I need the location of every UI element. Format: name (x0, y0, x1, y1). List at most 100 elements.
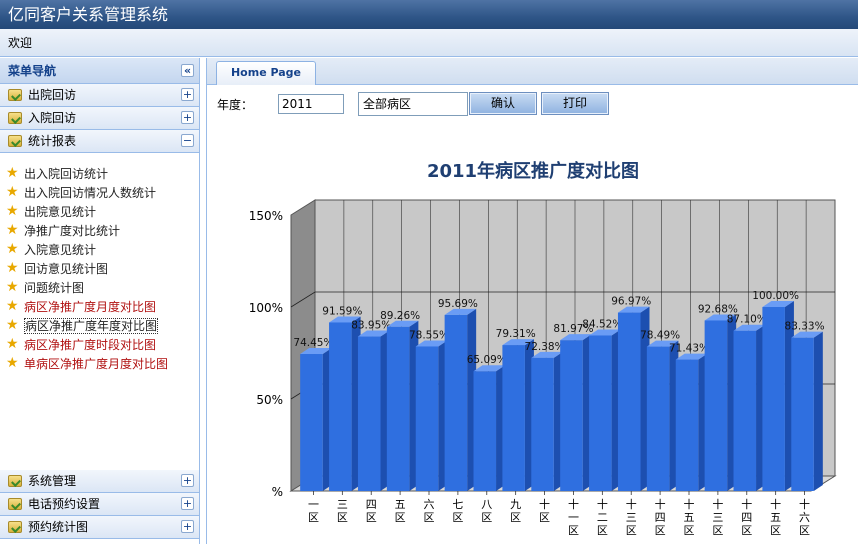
data-label: 91.59% (322, 305, 362, 317)
folder-icon (8, 475, 22, 487)
star-icon: ★ (6, 279, 19, 295)
section-label: 统计报表 (28, 134, 77, 148)
folder-icon (8, 498, 22, 510)
menu-bar: 欢迎 (0, 29, 858, 57)
report-link[interactable]: ★ 病区净推广度年度对比图 (0, 317, 199, 336)
report-label: 单病区净推广度月度对比图 (24, 357, 169, 371)
x-tick-label: 十区 (539, 497, 550, 524)
folder-icon (8, 135, 22, 147)
sidebar-section-1[interactable]: 入院回访 + (0, 107, 199, 130)
expand-icon[interactable]: + (181, 111, 194, 124)
bar (762, 307, 785, 491)
bar (502, 345, 525, 491)
expand-icon[interactable]: + (181, 520, 194, 533)
report-link[interactable]: ★ 出入院回访情况人数统计 (0, 184, 199, 203)
x-tick-label: 十二区 (597, 497, 608, 537)
x-tick-label: 十五区 (770, 497, 781, 537)
report-link[interactable]: ★ 回访意见统计图 (0, 260, 199, 279)
sidebar-section-11[interactable]: 电话预约设置 + (0, 493, 199, 516)
star-icon: ★ (6, 260, 19, 276)
report-label: 出入院回访情况人数统计 (24, 186, 157, 200)
data-label: 71.43% (669, 343, 709, 355)
folder-icon (8, 89, 22, 101)
data-label: 65.09% (467, 354, 507, 366)
chart-title: 2011年病区推广度对比图 (427, 160, 639, 182)
ward-select[interactable]: 全部病区 (358, 92, 468, 116)
report-link[interactable]: ★ 出院意见统计 (0, 203, 199, 222)
report-label: 净推广度对比统计 (24, 224, 121, 238)
x-tick-label: 五区 (395, 498, 406, 524)
star-icon: ★ (6, 222, 19, 238)
report-label: 问题统计图 (24, 281, 85, 295)
report-label: 出院意见统计 (24, 205, 97, 219)
report-link[interactable]: ★ 净推广度对比统计 (0, 222, 199, 241)
sidebar-section-2[interactable]: 统计报表 − (0, 130, 199, 153)
bar (531, 357, 554, 491)
report-link[interactable]: ★ 病区净推广度时段对比图 (0, 336, 199, 355)
sidebar-section-0[interactable]: 出院回访 + (0, 84, 199, 107)
star-icon: ★ (6, 336, 19, 352)
data-label: 87.10% (727, 314, 767, 326)
x-tick-label: 三区 (337, 498, 348, 524)
data-label: 89.26% (380, 310, 420, 322)
collapse-icon[interactable]: − (181, 134, 194, 147)
bar (473, 371, 497, 491)
data-label: 72.38% (525, 341, 565, 353)
sidebar-section-12[interactable]: 预约统计图 + (0, 516, 199, 539)
report-link[interactable]: ★ 病区净推广度月度对比图 (0, 298, 199, 317)
bar (415, 346, 439, 491)
star-icon: ★ (6, 184, 19, 200)
y-tick-label: 150% (249, 209, 283, 223)
star-icon: ★ (6, 241, 19, 257)
expand-icon[interactable]: + (181, 88, 194, 101)
menu-welcome[interactable]: 欢迎 (8, 36, 32, 50)
data-label: 79.31% (496, 328, 536, 340)
expand-icon[interactable]: + (181, 497, 194, 510)
bar (357, 336, 381, 491)
tab-home-page[interactable]: Home Page (216, 61, 316, 85)
report-link[interactable]: ★ 单病区净推广度月度对比图 (0, 355, 199, 374)
y-tick-label: 50% (256, 393, 283, 407)
confirm-button[interactable]: 确认 (469, 92, 537, 115)
x-tick-label: 八区 (481, 498, 492, 524)
x-tick-label: 四区 (366, 498, 377, 524)
star-icon: ★ (6, 165, 19, 181)
folder-icon (8, 112, 22, 124)
x-tick-label: 十五区 (684, 497, 695, 537)
folder-icon (8, 521, 22, 533)
bar (589, 335, 612, 491)
bar (646, 346, 670, 491)
bar (386, 326, 410, 491)
ward-nps-chart: 2011年病区推广度对比图% 50% 100% 150% 74.45% 一区 91.59% 三… (249, 160, 837, 537)
section-label: 入院回访 (28, 111, 77, 125)
print-button[interactable]: 打印 (541, 92, 609, 115)
report-link[interactable]: ★ 入院意见统计 (0, 241, 199, 260)
bar (704, 320, 728, 491)
data-label: 96.97% (611, 296, 651, 308)
sidebar: 菜单导航 « 出院回访 + 入院回访 + 统计报表 − ★ 出入院回访统计 ★ 出入院回访情况人… (0, 58, 200, 544)
report-label: 病区净推广度年度对比图 (24, 318, 159, 334)
year-input[interactable] (278, 94, 344, 114)
app-title-bar: 亿同客户关系管理系统 (0, 0, 858, 29)
report-link[interactable]: ★ 问题统计图 (0, 279, 199, 298)
x-tick-label: 十三区 (712, 497, 723, 537)
bar (675, 359, 699, 491)
report-label: 病区净推广度时段对比图 (24, 338, 157, 352)
app-title: 亿同客户关系管理系统 (8, 5, 169, 24)
report-link[interactable]: ★ 出入院回访统计 (0, 165, 199, 184)
bar (791, 337, 814, 491)
collapse-sidebar-icon[interactable]: « (181, 64, 194, 77)
x-tick-label: 六区 (424, 498, 435, 524)
sidebar-section-10[interactable]: 系统管理 + (0, 470, 199, 493)
x-tick-label: 十三区 (626, 497, 637, 537)
star-icon: ★ (6, 355, 19, 371)
data-label: 78.49% (640, 330, 680, 342)
expand-icon[interactable]: + (181, 474, 194, 487)
toolbar: 年度： 全部病区 确认 打印 (207, 88, 858, 118)
data-label: 100.00% (752, 290, 799, 302)
report-list: ★ 出入院回访统计 ★ 出入院回访情况人数统计 ★ 出院意见统计 ★ 净推广度对比统计 ★ 入院意… (0, 153, 199, 374)
bar (560, 340, 583, 491)
y-tick-label: % (272, 485, 283, 499)
section-label: 预约统计图 (28, 520, 89, 534)
data-label: 74.45% (293, 337, 333, 349)
